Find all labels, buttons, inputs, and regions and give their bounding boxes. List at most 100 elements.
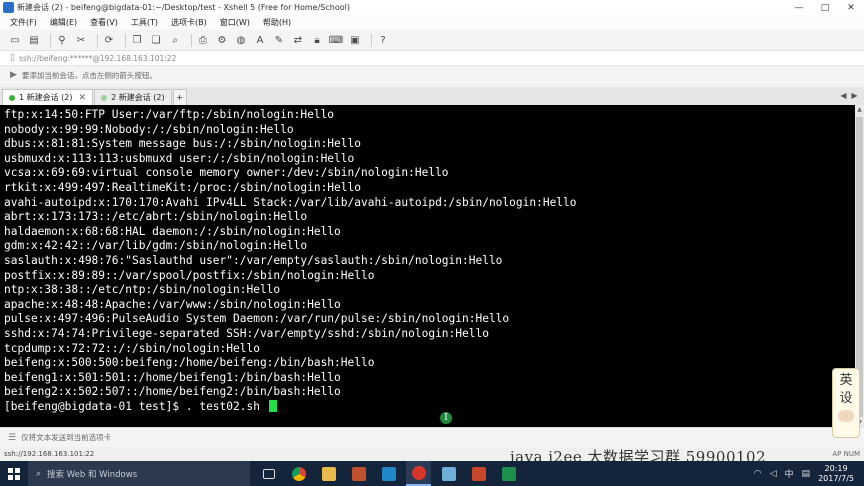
menu-help[interactable]: 帮助(H) (263, 17, 291, 28)
tab-label: 2 新建会话 (2) (111, 93, 165, 102)
window-controls: — □ ✕ (786, 0, 864, 15)
close-tab-icon[interactable]: ✕ (79, 93, 87, 103)
volume-icon[interactable]: ◁ (770, 469, 777, 479)
find-icon[interactable]: ⌕ (168, 33, 182, 47)
compose-menu-icon[interactable]: ☰ (8, 433, 16, 443)
toolbar-separator (125, 33, 126, 47)
menu-window[interactable]: 窗口(W) (220, 17, 250, 28)
action-center-icon[interactable]: ▤ (802, 469, 811, 479)
terminal-line: sshd:x:74:74:Privilege-separated SSH:/va… (4, 326, 489, 340)
taskbar-clock[interactable]: 20:19 2017/7/5 (818, 464, 854, 484)
disconnect-icon[interactable]: ✂ (74, 33, 88, 47)
excel-icon[interactable] (496, 461, 521, 486)
script-icon[interactable]: ✎ (272, 33, 286, 47)
terminal-line: saslauth:x:498:76:"Saslauthd user":/var/… (4, 253, 503, 267)
properties-icon[interactable]: ⚙ (215, 33, 229, 47)
compose-input[interactable]: 仅将文本发送到当前选项卡 (21, 432, 111, 443)
taskbar-search[interactable]: ⌕ 搜索 Web 和 Windows (28, 461, 250, 486)
tab-next-icon[interactable]: ▶ (849, 90, 860, 101)
terminal-line: usbmuxd:x:113:113:usbmuxd user:/:/sbin/n… (4, 151, 355, 165)
reconnect-icon[interactable]: ⟳ (102, 33, 116, 47)
tab-session-2[interactable]: 2 新建会话 (2) (94, 89, 172, 105)
maximize-button[interactable]: □ (812, 0, 838, 15)
monitor-app-icon[interactable] (376, 461, 401, 486)
terminal-line: dbus:x:81:81:System message bus:/:/sbin/… (4, 137, 361, 151)
terminal-line: haldaemon:x:68:68:HAL daemon:/:/sbin/nol… (4, 224, 341, 238)
terminal-line: postfix:x:89:89::/var/spool/postfix:/sbi… (4, 268, 375, 282)
address-bookmark-icon[interactable]: ▯ (10, 53, 15, 63)
input-language[interactable]: 中 (785, 467, 794, 480)
toolbar-separator (191, 33, 192, 47)
scroll-up-icon[interactable]: ▲ (855, 105, 864, 114)
open-folder-icon[interactable]: ▤ (27, 33, 41, 47)
font-icon[interactable]: A (253, 33, 267, 47)
task-view-icon[interactable] (256, 461, 281, 486)
globe-icon[interactable]: ◍ (234, 33, 248, 47)
xftp-icon[interactable]: ⇄ (291, 33, 305, 47)
help-icon[interactable]: ? (376, 33, 390, 47)
paste-icon[interactable]: ❏ (149, 33, 163, 47)
clock-time: 20:19 (824, 463, 848, 473)
chrome-icon[interactable] (286, 461, 311, 486)
minimize-button[interactable]: — (786, 0, 812, 15)
powerpoint-icon[interactable] (466, 461, 491, 486)
copy-icon[interactable]: ❐ (130, 33, 144, 47)
terminal-cursor (268, 399, 277, 412)
notepad-icon[interactable] (436, 461, 461, 486)
close-button[interactable]: ✕ (838, 0, 864, 15)
terminal-prompt-line[interactable]: [beifeng@bigdata-01 test]$ . test02.sh (4, 399, 855, 415)
terminal-line: beifeng2:x:502:507::/home/beifeng2:/bin/… (4, 385, 341, 399)
fullscreen-icon[interactable]: ▣ (348, 33, 362, 47)
ime-mode-char[interactable]: 英 (839, 372, 852, 390)
lock-icon[interactable]: 🔒︎ (310, 33, 324, 47)
terminal-prompt: [beifeng@bigdata-01 test]$ . test02.sh (4, 399, 267, 413)
terminal-line: abrt:x:173:173::/etc/abrt:/sbin/nologin:… (4, 210, 308, 224)
tab-session-1[interactable]: 1 新建会话 (2) ✕ (2, 89, 94, 105)
menu-edit[interactable]: 编辑(E) (50, 17, 77, 28)
tab-prev-icon[interactable]: ◀ (838, 90, 849, 101)
address-bar: ▯ ssh://beifeng:******@192.168.163.101:2… (0, 51, 864, 66)
new-session-icon[interactable]: ▭ (8, 33, 22, 47)
xshell-taskbar-icon[interactable] (406, 461, 431, 486)
system-tray: ◠ ◁ 中 ▤ 20:19 2017/7/5 (754, 461, 864, 486)
add-session-arrow-icon[interactable]: ▶ (10, 70, 17, 80)
ime-settings-char[interactable]: 设 (839, 390, 852, 408)
link-icon[interactable]: ⚲ (55, 33, 69, 47)
compose-bar: ☰ 仅将文本发送到当前选项卡 (0, 427, 864, 447)
menu-tools[interactable]: 工具(T) (131, 17, 158, 28)
terminal-line: avahi-autoipd:x:170:170:Avahi IPv4LL Sta… (4, 195, 577, 209)
terminal-line: rtkit:x:499:497:RealtimeKit:/proc:/sbin/… (4, 180, 361, 194)
xshell-app-icon (3, 2, 14, 13)
taskbar-apps (256, 461, 526, 486)
image-viewer-icon[interactable] (346, 461, 371, 486)
terminal-line: nobody:x:99:99:Nobody:/:/sbin/nologin:He… (4, 122, 294, 136)
terminal-line: beifeng:x:500:500:beifeng:/home/beifeng:… (4, 356, 375, 370)
start-button[interactable] (0, 461, 28, 486)
keyboard-icon[interactable]: ⌨ (329, 33, 343, 47)
text-cursor-icon: I (440, 412, 452, 424)
ime-widget[interactable]: 英 设 (832, 368, 860, 438)
terminal-line: beifeng1:x:501:501::/home/beifeng1:/bin/… (4, 370, 341, 384)
clock-date: 2017/7/5 (818, 473, 854, 483)
toolbar-separator (50, 33, 51, 47)
session-hint-bar: ▶ 要添加当前会话，点击左侧的箭头按钮。 (0, 66, 864, 84)
print-icon[interactable]: ⎙ (196, 33, 210, 47)
add-tab-button[interactable]: + (172, 89, 187, 105)
tab-navigation: ◀ ▶ (838, 90, 860, 101)
terminal-line: vcsa:x:69:69:virtual console memory owne… (4, 166, 449, 180)
tab-label: 1 新建会话 (2) (19, 93, 73, 102)
terminal-output[interactable]: ftp:x:14:50:FTP User:/var/ftp:/sbin/nolo… (0, 105, 855, 427)
terminal-line: pulse:x:497:496:PulseAudio System Daemon… (4, 312, 510, 326)
file-explorer-icon[interactable] (316, 461, 341, 486)
address-field[interactable]: ssh://beifeng:******@192.168.163.101:22 (19, 54, 176, 63)
connected-status-icon (9, 94, 15, 101)
terminal-line: apache:x:48:48:Apache:/var/www:/sbin/nol… (4, 297, 341, 311)
wifi-icon[interactable]: ◠ (754, 469, 762, 479)
windows-taskbar: ⌕ 搜索 Web 和 Windows ◠ ◁ 中 ▤ 20:19 2017/7/… (0, 461, 864, 486)
toolbar-separator (371, 33, 372, 47)
menu-view[interactable]: 查看(V) (90, 17, 118, 28)
toolbar: ▭ ▤ ⚲ ✂ ⟳ ❐ ❏ ⌕ ⎙ ⚙ ◍ A ✎ ⇄ 🔒︎ ⌨ ▣ ? (0, 30, 864, 51)
menu-tab[interactable]: 选项卡(B) (171, 17, 207, 28)
search-placeholder: 搜索 Web 和 Windows (47, 469, 138, 480)
menu-file[interactable]: 文件(F) (10, 17, 37, 28)
